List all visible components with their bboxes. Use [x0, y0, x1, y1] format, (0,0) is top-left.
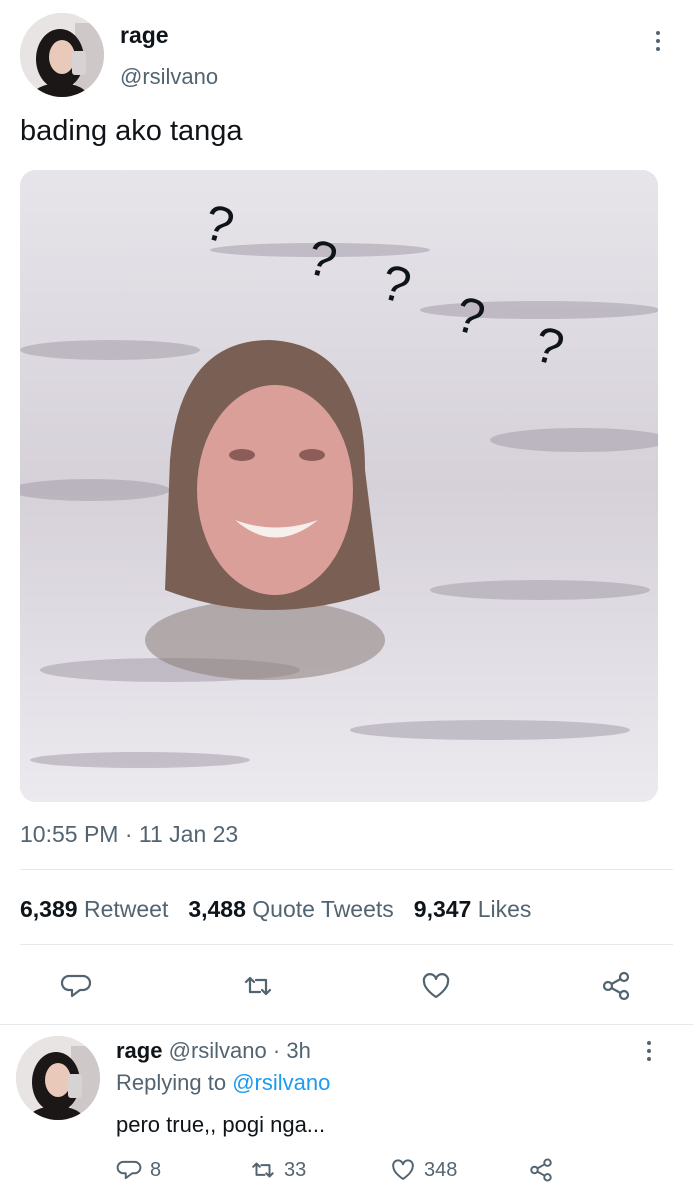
tweet-time: 10:55 PM — [20, 821, 119, 847]
author-avatar[interactable] — [20, 13, 104, 97]
avatar-image — [20, 13, 104, 97]
reply-icon — [60, 974, 92, 998]
retweet-icon — [244, 976, 272, 996]
reply-share-button[interactable] — [528, 1157, 554, 1183]
divider — [0, 1024, 693, 1025]
tweet-image[interactable]: ? ? ? ? ? — [20, 170, 658, 802]
reply-icon — [116, 1160, 142, 1180]
like-icon — [392, 1159, 414, 1180]
divider — [20, 869, 673, 870]
like-icon — [422, 973, 450, 999]
reply-header: rage @rsilvano · 3h — [116, 1038, 311, 1064]
likes-stat[interactable]: 9,347 Likes — [414, 896, 532, 923]
reply-text: pero true,, pogi nga... — [116, 1112, 326, 1137]
tweet-text: bading ako tanga — [20, 115, 243, 147]
tweet-timestamp[interactable]: 10:55 PM · 11 Jan 23 — [20, 821, 238, 848]
reply-reply-button[interactable]: 8 — [116, 1157, 161, 1183]
retweet-count: 6,389 — [20, 896, 78, 922]
reply-author-name[interactable]: rage — [116, 1038, 162, 1063]
quote-stat[interactable]: 3,488 Quote Tweets — [188, 896, 393, 923]
replying-to: Replying to @rsilvano — [116, 1070, 330, 1096]
reply-retweet-button[interactable]: 33 — [250, 1157, 306, 1183]
reply-like-button[interactable]: 348 — [390, 1157, 457, 1183]
separator: · — [272, 1038, 281, 1063]
quote-label: Quote Tweets — [252, 896, 394, 922]
tweet-date: 11 Jan 23 — [138, 821, 239, 847]
tweet-stats: 6,389 Retweet 3,488 Quote Tweets 9,347 L… — [20, 896, 531, 923]
reply-author-handle[interactable]: @rsilvano — [169, 1038, 267, 1063]
retweet-count: 33 — [284, 1158, 307, 1181]
retweet-icon — [252, 1162, 274, 1178]
separator: · — [124, 821, 133, 847]
replying-to-handle[interactable]: @rsilvano — [232, 1070, 330, 1095]
more-options-icon[interactable] — [645, 26, 671, 56]
share-button[interactable] — [596, 966, 636, 1006]
share-icon — [530, 1158, 552, 1182]
reply-count: 8 — [150, 1158, 162, 1181]
reply-button[interactable] — [56, 966, 96, 1006]
likes-count: 9,347 — [413, 896, 472, 922]
meme-photo — [20, 170, 658, 802]
like-count: 348 — [424, 1158, 458, 1181]
share-icon — [602, 971, 630, 1001]
likes-label: Likes — [477, 896, 532, 922]
retweet-label: Retweet — [83, 896, 169, 922]
replying-to-prefix: Replying to — [116, 1070, 227, 1095]
reply-author-avatar[interactable] — [16, 1036, 100, 1120]
like-button[interactable] — [416, 966, 456, 1006]
avatar-image — [16, 1036, 100, 1120]
retweet-stat[interactable]: 6,389 Retweet — [20, 896, 168, 923]
author-handle[interactable]: @rsilvano — [120, 64, 218, 90]
reply-more-options-icon[interactable] — [636, 1036, 662, 1066]
divider — [20, 944, 673, 945]
author-name[interactable]: rage — [120, 22, 169, 49]
quote-count: 3,488 — [188, 896, 246, 922]
retweet-button[interactable] — [238, 966, 278, 1006]
reply-time[interactable]: 3h — [286, 1038, 310, 1063]
